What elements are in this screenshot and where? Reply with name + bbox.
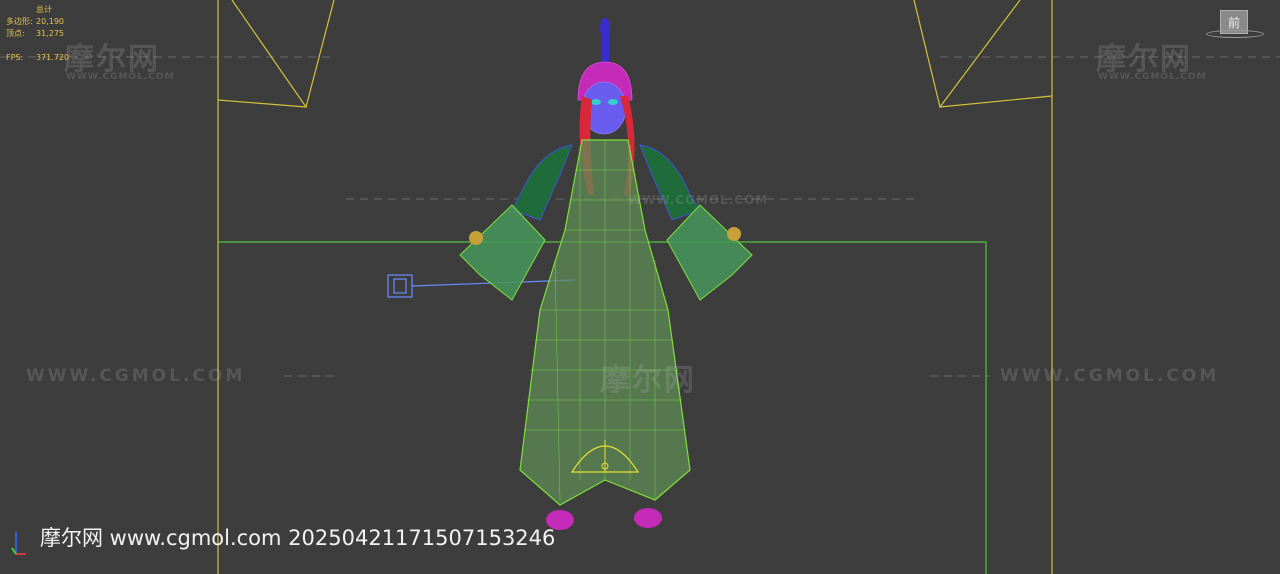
watermark-url-wide: WWW.CGMOL.COM — [26, 366, 246, 386]
fps-value: 371.720 — [36, 53, 70, 62]
viewcube-compass-ring[interactable] — [1206, 30, 1264, 38]
viewport-statistics: 总计 多边形: 20,190 顶点: 31,275 FPS: 371.720 — [6, 4, 69, 64]
perspective-viewport[interactable]: 摩尔网 WWW.CGMOL.COM 摩尔网 WWW.CGMOL.COM WWW.… — [0, 0, 1280, 574]
footer-watermark-text: 摩尔网 www.cgmol.com 20250421171507153246 — [40, 526, 556, 550]
watermark-url: WWW.CGMOL.COM — [66, 72, 175, 82]
fps-label: FPS: — [6, 53, 24, 62]
vertices-label: 顶点: — [6, 29, 25, 38]
character-model — [459, 18, 753, 530]
scene-canvas[interactable] — [0, 0, 1280, 574]
watermark-url: WWW.CGMOL.COM — [1098, 72, 1207, 82]
polygons-label: 多边形: — [6, 17, 33, 26]
stats-header: 总计 — [36, 5, 52, 14]
watermark-url-wide: WWW.CGMOL.COM — [1000, 366, 1220, 386]
watermark-url: WWW.CGMOL.COM — [628, 193, 769, 207]
axis-tripod-icon — [11, 532, 26, 555]
watermark-brand: 摩尔网 — [600, 363, 696, 398]
vertices-value: 31,275 — [36, 29, 64, 38]
polygons-value: 20,190 — [36, 17, 64, 26]
